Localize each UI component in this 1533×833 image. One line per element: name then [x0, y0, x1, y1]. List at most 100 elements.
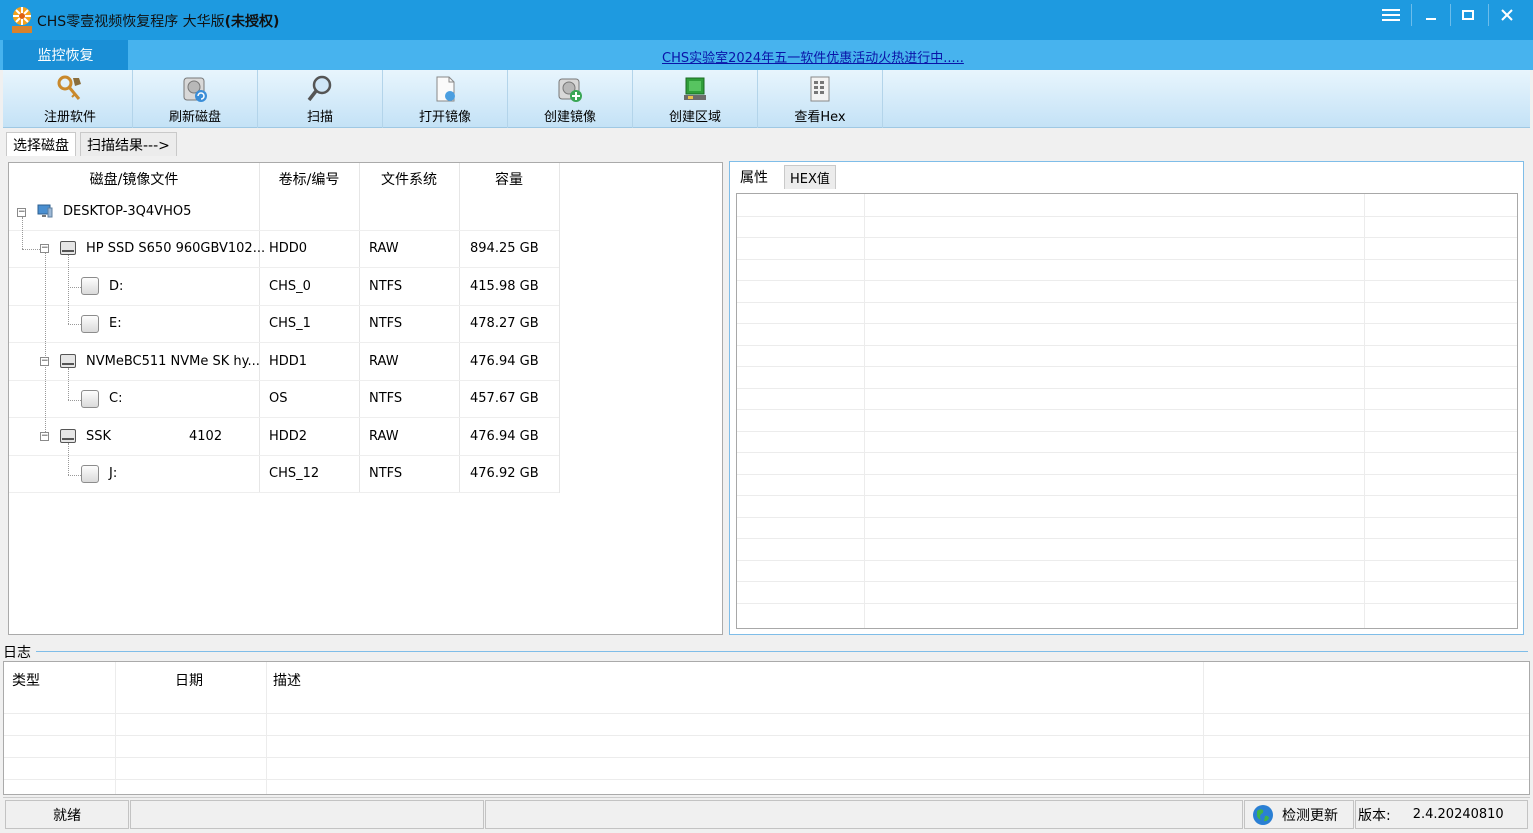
tree-node-label[interactable]: J: — [109, 466, 117, 482]
grid-row-divider — [737, 431, 1517, 432]
volume-icon — [81, 315, 99, 333]
tree-line — [45, 253, 46, 438]
capacity-cell: 476.94 GB — [470, 354, 539, 369]
log-section-label: 日志 — [3, 642, 35, 662]
volume-label-cell: CHS_12 — [269, 466, 320, 481]
log-separator — [36, 651, 1528, 652]
grid-row-divider — [737, 388, 1517, 389]
grid-row-divider — [737, 603, 1517, 604]
create-image-button[interactable]: 创建镜像 — [508, 70, 633, 128]
toolbar: 注册软件 刷新磁盘 扫描 打开镜像 创建镜像 创建区域 查看Hex — [3, 70, 1530, 128]
grid-row-divider — [737, 409, 1517, 410]
column-header: 卷标/编号 — [278, 172, 340, 188]
title-separator — [1411, 4, 1412, 26]
column-header: 文件系统 — [381, 172, 437, 188]
tree-line — [68, 475, 81, 476]
volume-icon — [81, 465, 99, 483]
menu-icon[interactable] — [1376, 4, 1406, 26]
collapse-toggle[interactable]: − — [40, 357, 49, 366]
close-icon[interactable] — [1492, 4, 1522, 26]
tree-node-label[interactable]: NVMeBC511 NVMe SK hy... — [86, 354, 260, 370]
tab-properties[interactable]: 属性 — [732, 165, 776, 189]
check-update-button[interactable]: 检测更新 — [1244, 800, 1354, 829]
grid-row-divider — [737, 259, 1517, 260]
capacity-cell: 476.94 GB — [470, 429, 539, 444]
grid-row-divider — [737, 538, 1517, 539]
capacity-cell: 476.92 GB — [470, 466, 539, 481]
minimize-icon[interactable] — [1416, 4, 1446, 26]
volume-icon — [81, 390, 99, 408]
tab-hex-value[interactable]: HEX值 — [784, 165, 836, 189]
log-row-divider — [4, 779, 1529, 780]
check-update-label: 检测更新 — [1282, 807, 1338, 824]
log-column-header: 类型 — [12, 673, 40, 689]
tree-line — [68, 287, 81, 288]
volume-icon — [81, 277, 99, 295]
scan-button[interactable]: 扫描 — [258, 70, 383, 128]
tree-node-label[interactable]: E: — [109, 316, 122, 332]
tree-node-label[interactable]: DESKTOP-3Q4VHO5 — [63, 204, 191, 220]
tree-line — [22, 249, 42, 250]
maximize-icon[interactable] — [1453, 4, 1483, 26]
tab-select-disk[interactable]: 选择磁盘 — [6, 132, 76, 156]
hex-view-icon — [810, 76, 830, 102]
open-image-button[interactable]: 打开镜像 — [383, 70, 508, 128]
create-region-button[interactable]: 创建区域 — [633, 70, 758, 128]
window-title: CHS零壹视频恢复程序 大华版(未授权) — [37, 14, 280, 30]
log-row-divider — [4, 757, 1529, 758]
column-header: 容量 — [495, 172, 523, 188]
toolbar-label: 创建区域 — [668, 110, 721, 125]
properties-panel: 属性 HEX值 — [729, 161, 1524, 635]
hard-disk-icon — [60, 241, 76, 255]
grid-row-divider — [737, 216, 1517, 217]
version-label: 版本: — [1358, 807, 1391, 824]
row-divider — [9, 455, 559, 456]
collapse-toggle[interactable]: − — [17, 208, 26, 217]
grid-row-divider — [737, 366, 1517, 367]
version-panel: 版本: 2.4.20240810 — [1355, 800, 1528, 829]
grid-row-divider — [737, 495, 1517, 496]
tree-node-label[interactable]: HP SSD S650 960GBV102... — [86, 241, 265, 257]
refresh-disk-button[interactable]: 刷新磁盘 — [133, 70, 258, 128]
log-row-divider — [4, 713, 1529, 714]
magnifier-icon — [307, 75, 332, 102]
log-column-divider — [115, 662, 116, 794]
row-divider — [9, 230, 559, 231]
hard-disk-icon — [60, 354, 76, 368]
tree-line — [68, 400, 81, 401]
tab-scan-results[interactable]: 扫描结果---> — [80, 132, 177, 156]
row-divider — [9, 492, 559, 493]
title-separator — [1450, 4, 1451, 26]
filesystem-cell: RAW — [369, 241, 399, 256]
column-divider — [359, 163, 360, 493]
tree-line — [68, 324, 81, 325]
tree-node-label[interactable]: D: — [109, 279, 123, 295]
tree-line — [68, 443, 69, 475]
promo-link[interactable]: CHS实验室2024年五一软件优惠活动火热进行中..... — [662, 47, 964, 66]
capacity-cell: 894.25 GB — [470, 241, 539, 256]
grid-row-divider — [737, 302, 1517, 303]
grid-row-divider — [737, 560, 1517, 561]
toolbar-label: 查看Hex — [794, 110, 846, 125]
collapse-toggle[interactable]: − — [40, 244, 49, 253]
grid-row-divider — [737, 517, 1517, 518]
view-hex-button[interactable]: 查看Hex — [758, 70, 883, 128]
tree-node-label-extra: 4102 — [189, 429, 223, 444]
menu-strip: 监控恢复 CHS实验室2024年五一软件优惠活动火热进行中..... — [0, 40, 1533, 70]
register-software-button[interactable]: 注册软件 — [8, 70, 133, 128]
toolbar-label: 刷新磁盘 — [168, 110, 221, 125]
create-image-icon — [558, 78, 582, 102]
title-bar: CHS零壹视频恢复程序 大华版(未授权) — [0, 0, 1533, 40]
capacity-cell: 478.27 GB — [470, 316, 539, 331]
grid-row-divider — [737, 474, 1517, 475]
properties-grid — [736, 193, 1518, 629]
tree-node-label[interactable]: C: — [109, 391, 122, 407]
grid-row-divider — [737, 323, 1517, 324]
collapse-toggle[interactable]: − — [40, 432, 49, 441]
tree-line — [68, 368, 69, 400]
filesystem-cell: NTFS — [369, 316, 403, 331]
grid-row-divider — [737, 237, 1517, 238]
capacity-cell: 457.67 GB — [470, 391, 539, 406]
tab-monitor-recovery[interactable]: 监控恢复 — [3, 40, 128, 70]
tree-node-label[interactable]: SSK — [86, 429, 111, 445]
